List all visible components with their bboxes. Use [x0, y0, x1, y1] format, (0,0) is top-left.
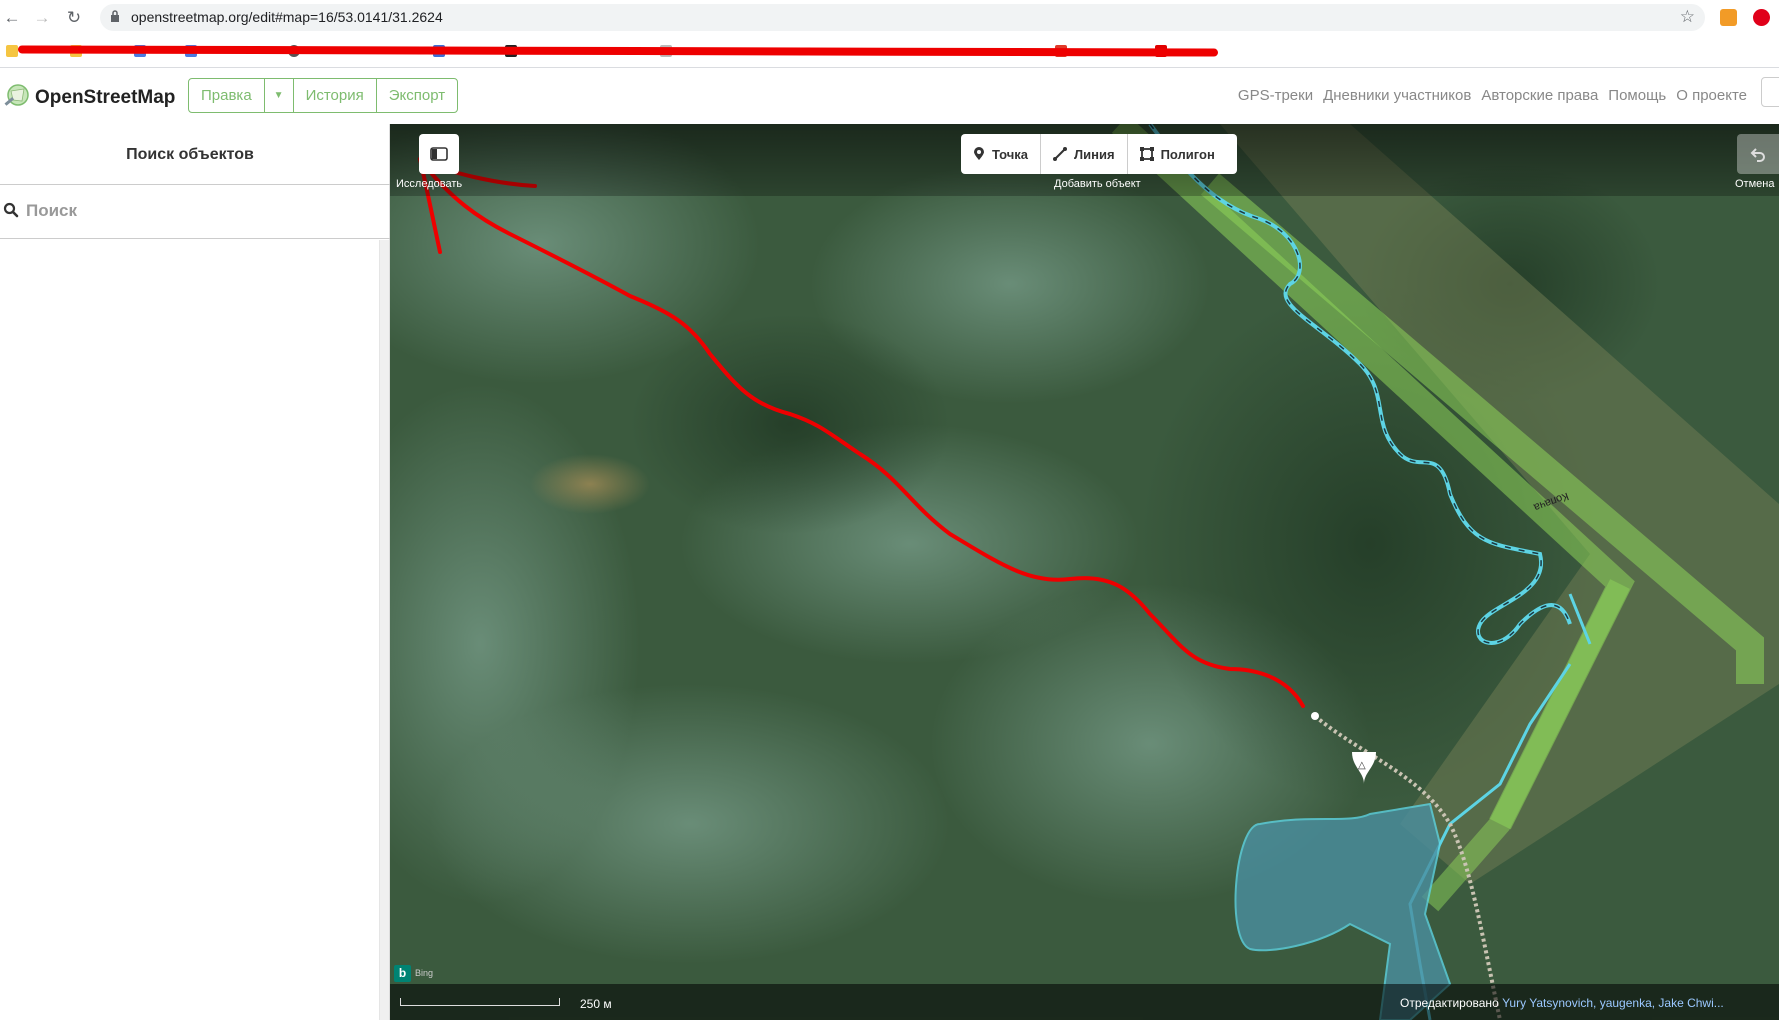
brand-name[interactable]: OpenStreetMap	[35, 87, 175, 109]
history-button[interactable]: История	[294, 79, 377, 112]
imagery-attribution[interactable]: b Bing	[394, 964, 433, 982]
add-line-button[interactable]: Линия	[1041, 134, 1128, 174]
line-icon	[1053, 147, 1068, 161]
map-pin-icon	[974, 147, 984, 160]
sidebar-toggle-button[interactable]	[419, 134, 459, 174]
sidebar-title: Поиск объектов	[126, 146, 254, 163]
adblock-icon[interactable]	[1753, 9, 1770, 26]
divider	[0, 238, 390, 239]
satellite-imagery: △ Копача	[390, 124, 1779, 1020]
add-line-label: Линия	[1074, 146, 1115, 162]
add-point-label: Точка	[992, 146, 1029, 162]
bookmark-folder-icon[interactable]	[6, 45, 18, 57]
chevron-down-icon[interactable]: ▼	[265, 79, 294, 112]
secondary-nav: GPS-треки Дневники участников Авторские …	[1238, 87, 1779, 104]
nav-link-diaries[interactable]: Дневники участников	[1323, 87, 1471, 104]
address-bar[interactable]: openstreetmap.org/edit#map=16/53.0141/31…	[100, 4, 1705, 31]
lock-icon	[111, 10, 119, 22]
nav-link-about[interactable]: О проекте	[1676, 87, 1747, 104]
edited-by-label: Отредактировано	[1400, 996, 1499, 1010]
undo-icon	[1750, 148, 1765, 162]
browser-toolbar: ← → ↻ openstreetmap.org/edit#map=16/53.0…	[0, 0, 1779, 36]
scale-label: 250 м	[580, 997, 612, 1011]
osm-header: OpenStreetMap Правка ▼ История Экспорт G…	[0, 69, 1779, 124]
edit-button[interactable]: Правка	[189, 79, 265, 112]
map-footer: 250 м Отредактировано Yury Yatsynovich, …	[390, 984, 1779, 1020]
undo-label: Отмена	[1735, 178, 1775, 190]
nav-link-help[interactable]: Помощь	[1608, 87, 1666, 104]
user-menu-button[interactable]	[1761, 77, 1779, 107]
search-icon	[3, 202, 19, 218]
edit-button-group: Правка ▼ История Экспорт	[188, 78, 459, 113]
panel-icon	[430, 147, 448, 161]
sidebar: Поиск объектов	[0, 124, 390, 1020]
osm-logo-icon[interactable]	[2, 83, 30, 111]
nav-link-copyright[interactable]: Авторские права	[1481, 87, 1598, 104]
edited-by-users[interactable]: Yury Yatsynovich, yaugenka, Jake Chwi...	[1502, 996, 1724, 1010]
undo-button[interactable]	[1737, 134, 1779, 174]
extension-icon[interactable]	[1720, 9, 1737, 26]
sidebar-scrollbar[interactable]	[379, 240, 389, 1020]
explore-label: Исследовать	[396, 178, 463, 190]
bookmark-star-icon[interactable]: ☆	[1680, 7, 1695, 27]
search-input[interactable]	[26, 196, 376, 226]
add-point-button[interactable]: Точка	[961, 134, 1042, 174]
nav-link-gps-traces[interactable]: GPS-треки	[1238, 87, 1313, 104]
export-button[interactable]: Экспорт	[377, 79, 457, 112]
bing-logo-icon: b	[394, 964, 411, 982]
polygon-icon	[1139, 147, 1154, 161]
add-area-button[interactable]: Полигон	[1128, 134, 1227, 174]
add-area-label: Полигон	[1160, 146, 1215, 162]
imagery-provider: Bing	[415, 968, 434, 978]
edited-by: Отредактировано Yury Yatsynovich, yaugen…	[1400, 996, 1724, 1010]
reload-icon[interactable]: ↻	[64, 8, 84, 28]
forward-icon[interactable]: →	[32, 8, 52, 28]
url-text[interactable]: openstreetmap.org/edit#map=16/53.0141/31…	[131, 9, 443, 25]
divider	[0, 184, 390, 185]
add-feature-group: Точка Линия Полигон	[961, 134, 1237, 174]
back-icon[interactable]: ←	[2, 8, 22, 28]
scale-bar[interactable]	[400, 998, 560, 1006]
svg-text:△: △	[1358, 760, 1366, 771]
add-feature-label: Добавить объект	[1054, 178, 1141, 190]
map-canvas[interactable]: △ Копача Исследовать Точка Линия Полигон…	[390, 124, 1779, 1020]
